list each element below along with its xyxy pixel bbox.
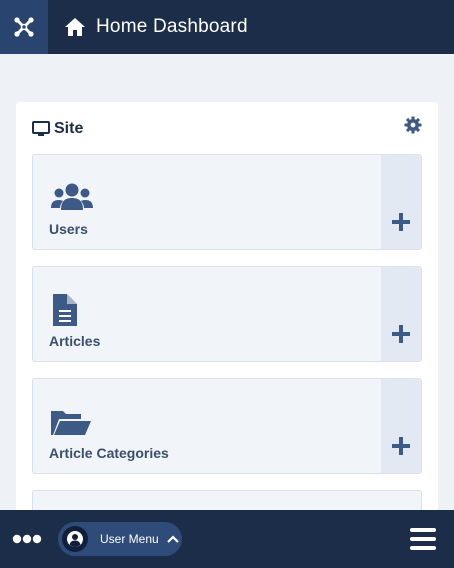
module-article-categories: Article Categories — [32, 378, 422, 474]
top-header-bar: Home Dashboard — [0, 0, 454, 54]
card-header: Site — [32, 120, 83, 138]
user-circle-icon — [62, 526, 88, 552]
add-category-button[interactable] — [381, 379, 421, 473]
chevron-up-icon — [166, 535, 179, 543]
home-icon — [65, 18, 85, 36]
module-label: Articles — [49, 333, 101, 349]
module-users-link[interactable]: Users — [33, 155, 381, 249]
module-articles-link[interactable]: Articles — [33, 267, 381, 361]
module-articles: Articles — [32, 266, 422, 362]
joomla-logo-button[interactable] — [0, 0, 48, 54]
page-title: Home Dashboard — [96, 16, 248, 37]
site-card: Site Users Articles Article Categories — [16, 102, 438, 522]
plus-icon — [392, 213, 410, 231]
plus-icon — [392, 437, 410, 455]
module-label: Article Categories — [49, 445, 169, 461]
users-icon — [51, 183, 93, 210]
folder-open-icon — [51, 411, 91, 435]
bottom-toolbar: User Menu — [0, 510, 454, 568]
gear-icon[interactable] — [404, 116, 422, 134]
ellipsis-icon[interactable] — [12, 532, 42, 546]
user-menu-label: User Menu — [100, 532, 159, 546]
module-article-categories-link[interactable]: Article Categories — [33, 379, 381, 473]
add-article-button[interactable] — [381, 267, 421, 361]
hamburger-icon[interactable] — [410, 527, 436, 551]
joomla-logo-icon — [14, 17, 34, 37]
monitor-icon — [32, 121, 50, 136]
plus-icon — [392, 325, 410, 343]
file-text-icon — [53, 294, 77, 326]
module-users: Users — [32, 154, 422, 250]
user-menu-button[interactable]: User Menu — [58, 522, 182, 556]
card-title: Site — [54, 120, 84, 137]
module-label: Users — [49, 221, 88, 237]
add-user-button[interactable] — [381, 155, 421, 249]
page-title-wrap: Home Dashboard — [64, 16, 248, 38]
